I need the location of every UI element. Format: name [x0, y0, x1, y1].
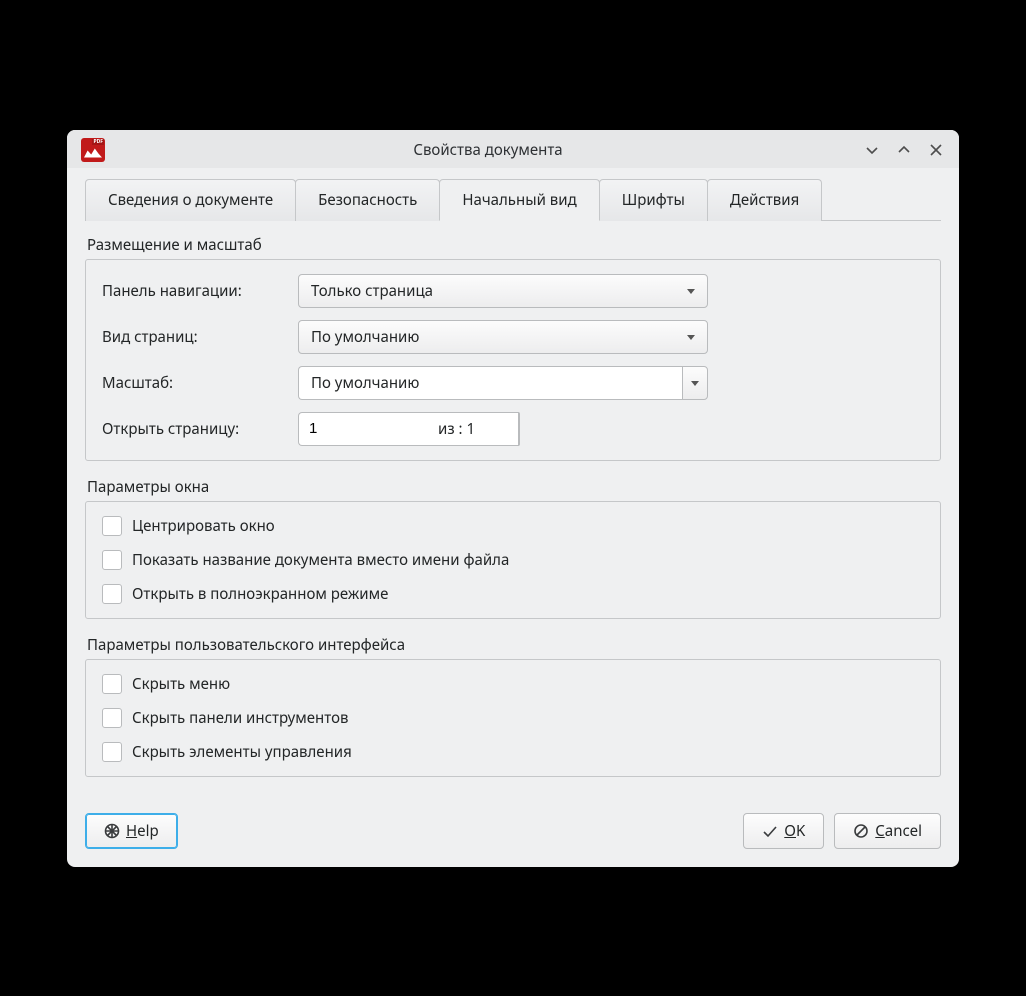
maximize-button[interactable]: [895, 141, 913, 159]
chevron-down-icon: [690, 378, 700, 388]
checkbox-center-window[interactable]: [102, 516, 122, 536]
tab-security[interactable]: Безопасность: [295, 179, 440, 221]
label-show-title: Показать название документа вместо имени…: [132, 550, 509, 570]
check-icon: [762, 823, 778, 839]
label-hide-toolbars: Скрыть панели инструментов: [132, 708, 348, 728]
window-controls: [863, 141, 945, 159]
close-button[interactable]: [927, 141, 945, 159]
combo-nav-panel-value: Только страница: [311, 281, 433, 301]
help-button[interactable]: Help: [85, 813, 178, 849]
minimize-button[interactable]: [863, 141, 881, 159]
cancel-button-label: Cancel: [875, 821, 922, 841]
combo-page-layout-value: По умолчанию: [311, 327, 419, 347]
group-label-ui: Параметры пользовательского интерфейса: [87, 635, 941, 655]
dialog-footer: Help OK Cancel: [85, 813, 941, 849]
checkbox-show-title[interactable]: [102, 550, 122, 570]
group-ui: Скрыть меню Скрыть панели инструментов С…: [85, 659, 941, 777]
ok-button[interactable]: OK: [743, 813, 824, 849]
content-area: Сведения о документе Безопасность Началь…: [67, 168, 959, 867]
combo-nav-panel[interactable]: Только страница: [298, 274, 708, 308]
chevron-down-icon: [865, 143, 879, 157]
window-title: Свойства документа: [113, 140, 863, 160]
label-hide-menu: Скрыть меню: [132, 674, 230, 694]
combo-zoom-value[interactable]: По умолчанию: [298, 366, 682, 400]
spin-open-page-input[interactable]: [298, 412, 518, 446]
combo-zoom[interactable]: По умолчанию: [298, 366, 708, 400]
label-hide-controls: Скрыть элементы управления: [132, 742, 352, 762]
tab-document-info[interactable]: Сведения о документе: [85, 179, 296, 221]
tab-initial-view[interactable]: Начальный вид: [439, 179, 599, 221]
combo-zoom-dropdown[interactable]: [682, 366, 708, 400]
close-icon: [929, 143, 943, 157]
ok-button-label: OK: [784, 821, 805, 841]
group-label-layout: Размещение и масштаб: [87, 235, 941, 255]
label-nav-panel: Панель навигации:: [102, 281, 298, 301]
help-button-label: Help: [126, 821, 159, 841]
checkbox-hide-controls[interactable]: [102, 742, 122, 762]
dialog-window: Свойства документа Сведения о документе …: [67, 130, 959, 867]
group-layout: Панель навигации: Только страница Вид ст…: [85, 259, 941, 461]
group-window: Центрировать окно Показать название доку…: [85, 501, 941, 619]
tab-bar: Сведения о документе Безопасность Началь…: [85, 178, 941, 221]
label-open-page: Открыть страницу:: [102, 419, 298, 439]
spin-open-page[interactable]: [298, 412, 428, 446]
checkbox-fullscreen[interactable]: [102, 584, 122, 604]
label-of-pages: из : 1: [438, 419, 475, 439]
cancel-icon: [853, 823, 869, 839]
chevron-down-icon: [686, 332, 696, 342]
titlebar: Свойства документа: [67, 130, 959, 168]
combo-page-layout[interactable]: По умолчанию: [298, 320, 708, 354]
checkbox-hide-menu[interactable]: [102, 674, 122, 694]
cancel-button[interactable]: Cancel: [834, 813, 941, 849]
label-center-window: Центрировать окно: [132, 516, 275, 536]
chevron-up-icon: [897, 143, 911, 157]
label-zoom: Масштаб:: [102, 373, 298, 393]
help-icon: [104, 823, 120, 839]
tab-actions[interactable]: Действия: [707, 179, 822, 221]
label-page-layout: Вид страниц:: [102, 327, 298, 347]
label-fullscreen: Открыть в полноэкранном режиме: [132, 584, 388, 604]
app-icon: [81, 138, 105, 162]
group-label-window: Параметры окна: [87, 477, 941, 497]
checkbox-hide-toolbars[interactable]: [102, 708, 122, 728]
chevron-down-icon: [686, 286, 696, 296]
tab-fonts[interactable]: Шрифты: [599, 179, 708, 221]
